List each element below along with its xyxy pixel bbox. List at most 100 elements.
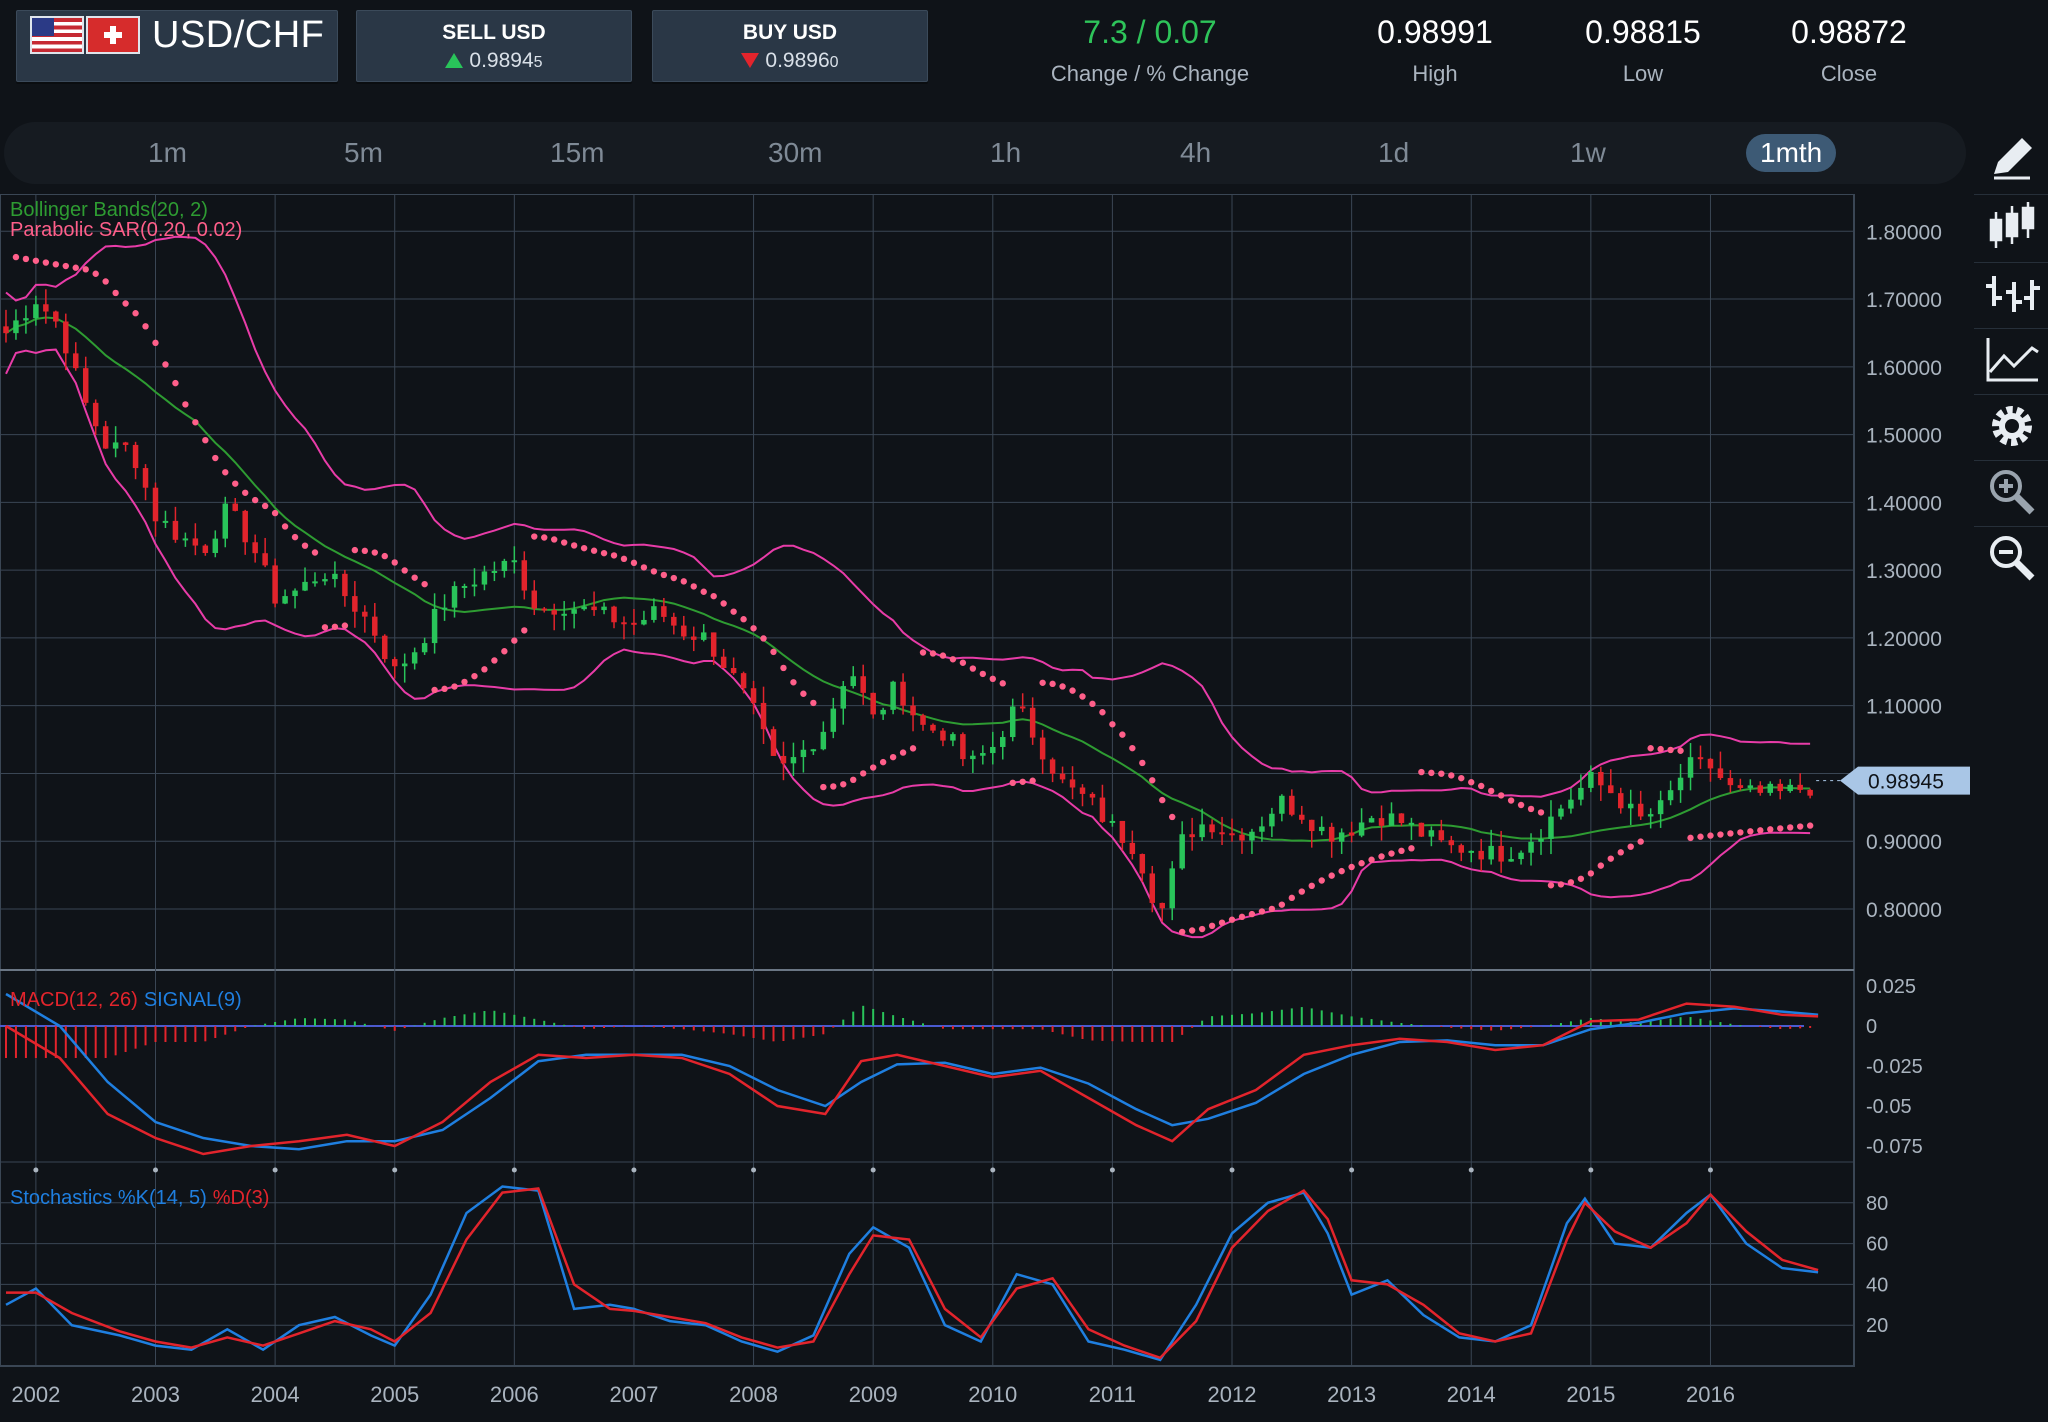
sar-dot [1079,693,1086,700]
sar-dot [1149,777,1156,784]
price-chart[interactable]: 2002 2003 2004 2005 2006 2007 2008 2009 2010 2011… [0,194,1970,1422]
x-tick-label: 2006 [490,1382,539,1407]
sar-dot [1737,829,1744,836]
candle-body [681,625,687,637]
candle-body [1717,768,1724,779]
bollinger-lower [5,348,1811,939]
candle-body [691,636,697,640]
close-label: Close [1820,61,1878,86]
candle-body [900,681,906,706]
candle-body [1328,826,1335,842]
sar-dot [640,564,648,571]
candle-body [1548,816,1554,839]
timeframe-1h[interactable]: 1h [976,134,1035,172]
buy-usd-button[interactable]: BUY USD 0.98960 [652,10,928,82]
pencil-icon[interactable] [1982,128,2042,188]
timeframe-1d[interactable]: 1d [1364,134,1423,172]
sar-dot [112,289,119,297]
candle-body [611,606,617,623]
sar-dot [650,568,658,575]
sar-dot [969,665,977,672]
candle-body [441,607,448,610]
price-tick-label: 1.70000 [1866,289,1942,312]
sar-dot [1019,778,1026,785]
candle-body [1458,845,1465,853]
candle-body [1448,840,1455,846]
timeframe-30m[interactable]: 30m [754,134,836,172]
x-tick-label: 2010 [968,1382,1017,1407]
timeframe-1m[interactable]: 1m [134,134,201,172]
sar-dot [1717,831,1724,838]
sar-dot [321,624,329,631]
candle-body [1279,795,1285,814]
candle-body [1249,831,1255,841]
sar-dot [670,574,678,582]
bollinger-upper [5,235,1811,798]
candle-body [1528,841,1534,853]
ohlc-bars-icon[interactable] [1982,264,2042,324]
sar-dot [471,672,478,680]
candle-body [551,610,557,615]
down-arrow-icon [741,53,760,68]
x-tick-label: 2002 [11,1382,60,1407]
zoom-out-icon[interactable] [1982,528,2042,588]
x-tick-dot [33,1167,39,1173]
x-tick-dot [511,1167,517,1173]
candle-body [1488,845,1494,860]
sell-usd-button[interactable]: SELL USD 0.98945 [356,10,632,82]
sar-dot [1787,824,1794,831]
sar-dot [172,379,179,387]
sar-dot [421,580,428,588]
sar-dot [1727,830,1734,837]
sar-dot [182,401,189,408]
candle-body [621,622,627,625]
candle-body [232,503,238,511]
candlestick-icon[interactable] [1982,198,2042,258]
line-chart-icon[interactable] [1982,330,2042,390]
low-label: Low [1622,61,1664,86]
timeframe-4h[interactable]: 4h [1166,134,1225,172]
x-tick-dot [990,1167,996,1173]
sar-dot [1388,850,1395,857]
candle-body [1289,795,1295,815]
timeframe-1w[interactable]: 1w [1556,134,1620,172]
candle-body [1368,818,1375,823]
candle-body [950,734,956,741]
currency-pair-label: USD/CHF [152,14,325,56]
candle-body [1578,787,1584,800]
candle-body [372,616,378,636]
sar-dot [1059,683,1066,690]
sar-dot [1677,747,1684,754]
candle-body [1219,832,1225,835]
candle-body [1089,793,1096,798]
sar-dot [879,758,887,766]
x-tick-dot [1588,1167,1594,1173]
sar-dot [1757,827,1764,834]
sar-dot [680,578,687,585]
zoom-in-icon[interactable] [1982,462,2042,522]
sar-dot [1627,843,1634,850]
sar-dot [202,436,209,444]
sar-dot [142,323,149,330]
sar-dot [521,627,528,634]
candle-body [1657,800,1664,815]
candle-body [1159,902,1165,909]
timeframe-1mth[interactable]: 1mth [1746,134,1837,172]
candle-body [491,571,498,574]
sar-dot [341,622,349,629]
candle-body [591,606,597,611]
candle-body [162,520,169,523]
gear-icon[interactable] [1982,396,2042,456]
timeframe-15m[interactable]: 15m [536,134,618,172]
sar-dot [222,469,229,476]
sar-dot [830,783,837,790]
sar-dot [989,675,996,683]
sar-dot [1408,845,1415,852]
sar-dot [750,625,757,632]
candle-body [1259,826,1265,832]
sar-dot [541,534,548,541]
candle-body [292,590,298,597]
timeframe-5m[interactable]: 5m [330,134,397,172]
close-value: 0.98872 [1791,14,1907,50]
candle-body [1478,850,1484,860]
